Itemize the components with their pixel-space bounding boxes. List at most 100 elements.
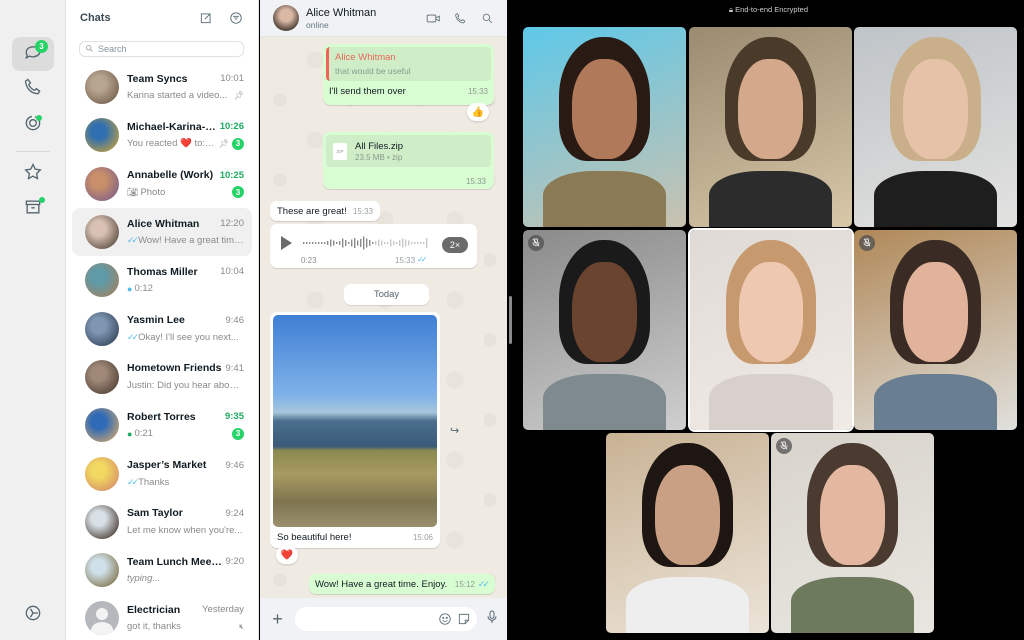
waveform-bar — [351, 239, 353, 247]
read-ticks-icon: ✓✓ — [127, 476, 139, 487]
conversation-panel: Alice Whitman online Alice Whitman that … — [260, 0, 507, 640]
chat-list-title: Chats — [80, 12, 111, 24]
rail-settings-button[interactable] — [12, 598, 54, 632]
playback-speed-button[interactable]: 2× — [442, 237, 468, 253]
split-view-handle[interactable] — [509, 296, 512, 344]
chat-list-item[interactable]: Yasmin Lee 9:46 ✓✓ Okay! I'll see you ne… — [72, 304, 252, 352]
chat-avatar — [85, 215, 119, 250]
participant-video-tile[interactable] — [771, 433, 934, 633]
thumbs-up-reaction[interactable]: 👍 — [467, 103, 489, 121]
chat-name: Electrician — [127, 603, 181, 616]
participant-video-tile[interactable] — [854, 230, 1017, 430]
chat-list-item[interactable]: Alice Whitman 12:20 ✓✓ Wow! Have a great… — [72, 207, 252, 257]
waveform-bar — [396, 242, 398, 244]
waveform-bar — [381, 240, 383, 246]
chat-avatar — [85, 359, 119, 394]
voice-message[interactable]: 0:23 15:33 ✓✓ 2× — [270, 224, 477, 268]
chat-preview: Wow! Have a great time... — [138, 235, 244, 247]
participant-face — [819, 465, 886, 565]
plus-icon[interactable]: + — [268, 609, 287, 630]
star-icon — [23, 162, 43, 187]
unread-count-badge: 3 — [232, 186, 244, 199]
mic-off-icon — [780, 437, 788, 455]
chat-name: Hometown Friends — [127, 362, 222, 375]
chat-list-item[interactable]: Hometown Friends 9:41 Justin: Did you he… — [72, 353, 252, 401]
waveform-bar — [345, 240, 347, 246]
chat-time: 9:24 — [225, 507, 245, 519]
message-outgoing[interactable]: Wow! Have a great time. Enjoy. 15:12 ✓✓ — [309, 574, 495, 594]
video-call-icon[interactable] — [426, 12, 441, 25]
chat-name: Jasper’s Market — [127, 459, 207, 472]
muted-mic-badge — [528, 235, 544, 251]
participant-video-tile[interactable] — [606, 433, 769, 633]
participant-video-tile[interactable] — [523, 230, 686, 430]
chat-time: 10:04 — [220, 266, 244, 278]
chat-preview: Thanks — [138, 476, 170, 488]
message-incoming[interactable]: These are great! 15:33 — [270, 201, 380, 221]
message-input[interactable] — [301, 613, 433, 625]
sticker-icon[interactable] — [457, 612, 471, 626]
quoted-message[interactable]: Alice Whitman that would be useful — [326, 47, 491, 81]
message-reply-outgoing[interactable]: Alice Whitman that would be useful I'll … — [323, 44, 494, 105]
message-time: 15:33 — [352, 206, 373, 216]
chat-list-item[interactable]: Michael-Karina-R... 10:26 You reacted ❤️… — [72, 111, 252, 159]
participant-video-tile[interactable] — [689, 27, 852, 227]
contact-avatar[interactable] — [273, 5, 299, 31]
photo-message[interactable]: So beautiful here! 15:06 — [270, 312, 440, 548]
date-divider: Today — [344, 284, 429, 305]
participant-video-tile[interactable] — [523, 27, 686, 227]
heart-reaction[interactable]: ❤️ — [276, 546, 298, 564]
search-field[interactable] — [79, 41, 244, 57]
participant-video-tile[interactable] — [854, 27, 1017, 227]
rail-chats-button[interactable]: 3 — [12, 37, 54, 71]
chat-avatar — [85, 504, 119, 539]
search-input[interactable] — [98, 44, 243, 54]
chat-items-list: Team Syncs 10:01 Karina started a video.… — [66, 63, 258, 640]
search-icon[interactable] — [480, 12, 495, 25]
chat-list-item[interactable]: Robert Torres 9:35 ● 0:21 3 — [72, 401, 252, 449]
mic-icon[interactable] — [485, 609, 499, 630]
quoted-author: Alice Whitman — [335, 52, 396, 63]
waveform-bar — [402, 238, 404, 248]
waveform[interactable] — [303, 234, 433, 252]
chat-list-item[interactable]: Jasper’s Market 9:46 ✓✓ Thanks — [72, 449, 252, 497]
chat-preview: You reacted ❤️ to: “... — [127, 138, 216, 150]
voice-call-icon[interactable] — [453, 12, 468, 25]
filter-icon[interactable] — [228, 10, 244, 26]
chat-list-item[interactable]: Sam Taylor 9:24 Let me know when you're.… — [72, 498, 252, 546]
landscape-photo[interactable] — [273, 315, 437, 527]
waveform-bar — [333, 240, 335, 246]
participant-face — [654, 465, 721, 565]
chat-list-item[interactable]: Thomas Miller 10:04 ● 0:12 — [72, 256, 252, 304]
message-input-box[interactable] — [295, 607, 477, 631]
waveform-bar — [375, 241, 377, 245]
rail-starred-button[interactable] — [12, 157, 54, 191]
emoji-icon[interactable] — [438, 612, 452, 626]
rail-calls-button[interactable] — [12, 72, 54, 106]
file-attachment[interactable]: ZIP All Files.zip 23.5 MB • zip — [326, 135, 491, 167]
message-file-outgoing[interactable]: ZIP All Files.zip 23.5 MB • zip 15:33 — [323, 132, 494, 189]
rail-status-button[interactable] — [12, 108, 54, 142]
chat-list-item[interactable]: Electrician Yesterday got it, thanks 🔇︎ — [72, 594, 252, 640]
waveform-bar — [408, 240, 410, 246]
chat-time: 10:26 — [219, 121, 244, 133]
participant-video-tile[interactable] — [690, 230, 852, 430]
rail-archived-button[interactable] — [12, 192, 54, 226]
chat-list-item[interactable]: Annabelle (Work) 10:25 📷︎ Photo 3 — [72, 160, 252, 208]
play-icon[interactable] — [281, 236, 292, 250]
compose-icon[interactable] — [198, 10, 214, 26]
chat-list-item[interactable]: Team Lunch Meetu... 9:20 typing... — [72, 546, 252, 594]
chat-avatar — [85, 456, 119, 491]
chat-name: Yasmin Lee — [127, 314, 185, 327]
participant-face — [902, 262, 969, 362]
chat-list-item[interactable]: Team Syncs 10:01 Karina started a video.… — [72, 63, 252, 111]
message-text: Wow! Have a great time. Enjoy. — [315, 578, 448, 590]
navigation-rail: 3 — [0, 0, 66, 640]
conversation-header[interactable]: Alice Whitman online — [260, 0, 507, 37]
chat-preview: 0:12 — [134, 283, 153, 295]
unread-count-badge: 3 — [232, 137, 244, 150]
pin-icon: 📌︎ — [218, 139, 229, 149]
forward-icon[interactable]: ↪ — [450, 424, 459, 437]
chat-name: Thomas Miller — [127, 265, 198, 278]
mic-off-icon — [532, 234, 540, 252]
